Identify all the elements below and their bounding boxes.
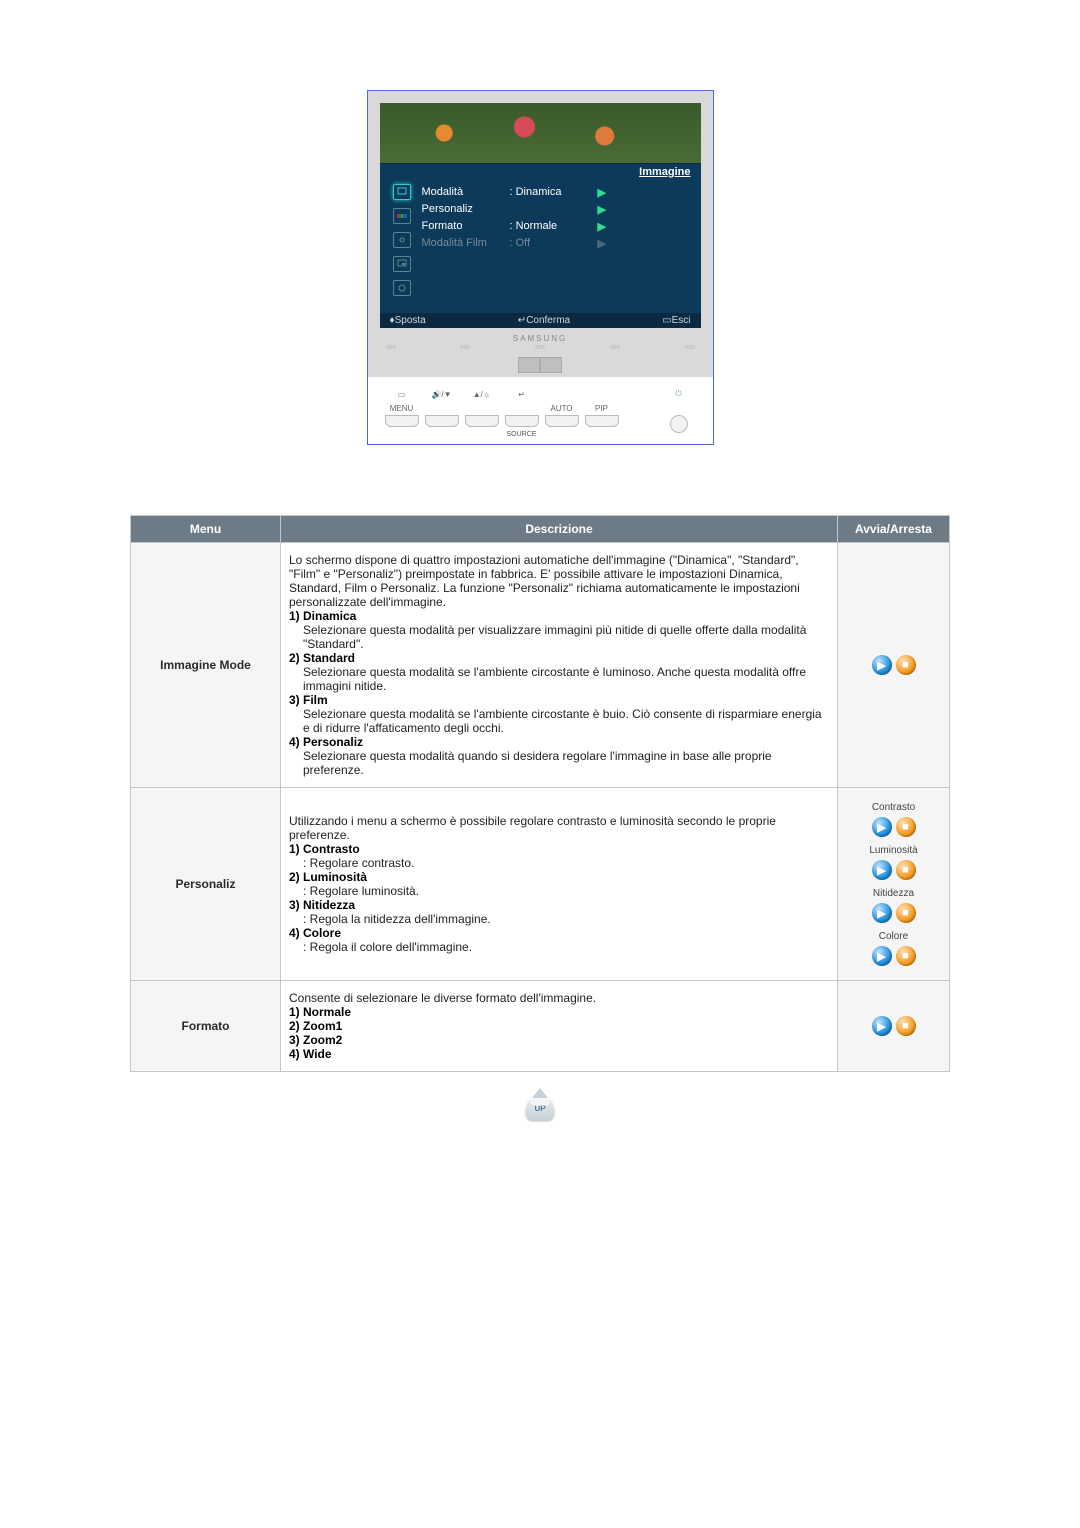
menu-description: Lo schermo dispone di quattro impostazio… — [281, 543, 838, 788]
enter-button[interactable] — [505, 415, 539, 427]
play-icon[interactable]: ▶ — [872, 903, 892, 923]
stop-icon[interactable]: ■ — [896, 903, 916, 923]
col-desc: Descrizione — [281, 516, 838, 543]
menu-name: Immagine Mode — [131, 543, 281, 788]
col-play: Avvia/Arresta — [838, 516, 950, 543]
action-label: Luminosità — [846, 845, 941, 856]
play-icon[interactable]: ▶ — [872, 655, 892, 675]
menu-button[interactable] — [385, 415, 419, 427]
menu-actions: ▶■ — [838, 981, 950, 1072]
scroll-up-button[interactable]: UP — [526, 1096, 554, 1120]
stop-icon[interactable]: ■ — [896, 1016, 916, 1036]
menu-name: Formato — [131, 981, 281, 1072]
menu-description: Utilizzando i menu a schermo è possibile… — [281, 788, 838, 981]
monitor-brand: SAMSUNG — [380, 328, 701, 345]
osd-photo-strip — [380, 103, 701, 164]
osd-title: Immagine — [380, 164, 701, 180]
col-menu: Menu — [131, 516, 281, 543]
pip-button[interactable] — [585, 415, 619, 427]
play-icon[interactable]: ▶ — [872, 1016, 892, 1036]
action-label: Colore — [846, 931, 941, 942]
stop-icon[interactable]: ■ — [896, 655, 916, 675]
osd-icon-color — [393, 208, 411, 224]
osd-icon-picture — [393, 184, 411, 200]
monitor-illustration: Immagine Modalità: Dinamica▶ Personaliz▶… — [367, 90, 714, 445]
vol-down-button[interactable] — [425, 415, 459, 427]
settings-table: Menu Descrizione Avvia/Arresta Immagine … — [130, 515, 950, 1072]
osd-icon-brightness — [393, 232, 411, 248]
osd-footer: ♦Sposta ↵Conferma ▭Esci — [380, 313, 701, 328]
osd-icon-setup — [393, 280, 411, 296]
vol-up-button[interactable] — [465, 415, 499, 427]
osd-side-icons — [388, 184, 416, 296]
stop-icon[interactable]: ■ — [896, 817, 916, 837]
menu-description: Consente di selezionare le diverse forma… — [281, 981, 838, 1072]
osd-icon-pip — [393, 256, 411, 272]
menu-name: Personaliz — [131, 788, 281, 981]
osd-list: Modalità: Dinamica▶ Personaliz▶ Formato:… — [416, 184, 693, 296]
action-label: Contrasto — [846, 802, 941, 813]
auto-button[interactable] — [545, 415, 579, 427]
play-icon[interactable]: ▶ — [872, 860, 892, 880]
menu-actions: ▶■ — [838, 543, 950, 788]
menu-actions: Contrasto▶■Luminosità▶■Nitidezza▶■Colore… — [838, 788, 950, 981]
power-button[interactable] — [670, 415, 688, 433]
button-bar: ▭MENU 🔊/▼ ▲/☼ ↵ SOURCE AUTO PIP ⏻ — [368, 377, 713, 444]
stop-icon[interactable]: ■ — [896, 860, 916, 880]
play-icon[interactable]: ▶ — [872, 946, 892, 966]
stop-icon[interactable]: ■ — [896, 946, 916, 966]
action-label: Nitidezza — [846, 888, 941, 899]
play-icon[interactable]: ▶ — [872, 817, 892, 837]
